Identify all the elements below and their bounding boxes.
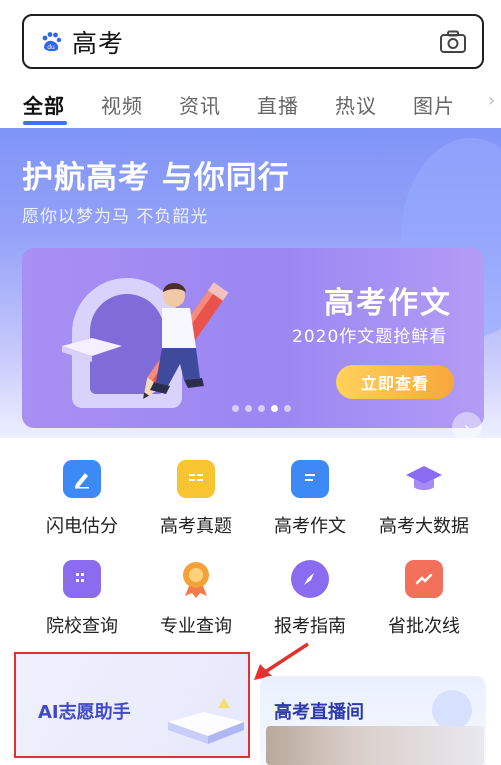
- camera-icon[interactable]: [438, 27, 468, 57]
- banner-subtitle: 2020作文题抢鲜看: [292, 327, 448, 347]
- student-pencil-illustration: [62, 282, 229, 399]
- tab-bar: 全部 视频 资讯 直播 热议 图片 ›: [0, 84, 501, 124]
- tab-more-icon[interactable]: ›: [488, 90, 496, 111]
- grid-item-application-guide[interactable]: 报考指南: [250, 560, 370, 640]
- document-icon: [177, 460, 215, 498]
- trend-chart-icon: [405, 560, 443, 598]
- graduation-cap-icon: [405, 460, 443, 498]
- hero-subtitle: 愿你以梦为马 不负韶光: [22, 207, 209, 227]
- carousel-dot-active[interactable]: [271, 405, 278, 412]
- tab-images[interactable]: 图片: [413, 90, 455, 119]
- grid-label: 省批次线: [388, 616, 460, 637]
- live-card-decoration: [432, 690, 472, 730]
- essay-banner[interactable]: 高考作文 2020作文题抢鲜看 立即查看: [22, 248, 484, 428]
- hero-title: 护航高考 与你同行: [22, 160, 290, 196]
- carousel-dot[interactable]: [258, 405, 265, 412]
- medal-icon: [177, 560, 215, 598]
- grid-item-provincial-lines[interactable]: 省批次线: [364, 560, 484, 640]
- carousel-next-icon[interactable]: ›: [452, 412, 482, 438]
- carousel-dot[interactable]: [232, 405, 239, 412]
- carousel-dot[interactable]: [284, 405, 291, 412]
- grid-item-major-search[interactable]: 专业查询: [136, 560, 256, 640]
- banner-title: 高考作文: [324, 286, 452, 321]
- live-thumbnail[interactable]: [266, 726, 484, 765]
- carousel-dot[interactable]: [245, 405, 252, 412]
- grid-label: 院校查询: [46, 616, 118, 637]
- grid-label: 高考真题: [160, 516, 232, 537]
- grid-label: 高考大数据: [379, 516, 469, 537]
- carousel-dots: [232, 405, 291, 412]
- grid-item-school-search[interactable]: 院校查询: [22, 560, 142, 640]
- search-query[interactable]: 高考: [72, 24, 438, 60]
- grid-label: 专业查询: [160, 616, 232, 637]
- svg-text:du: du: [47, 44, 55, 51]
- tab-live[interactable]: 直播: [257, 90, 299, 119]
- highlight-box: [14, 652, 250, 758]
- grid-item-big-data[interactable]: 高考大数据: [364, 460, 484, 540]
- grid-label: 闪电估分: [46, 516, 118, 537]
- grid-item-essay[interactable]: 高考作文: [250, 460, 370, 540]
- grid-item-past-papers[interactable]: 高考真题: [136, 460, 256, 540]
- compass-icon: [291, 560, 329, 598]
- view-now-button[interactable]: 立即查看: [336, 365, 454, 399]
- baidu-paw-icon: du: [38, 29, 64, 55]
- building-icon: [63, 560, 101, 598]
- live-room-label: 高考直播间: [274, 702, 364, 723]
- tab-discussion[interactable]: 热议: [335, 90, 377, 119]
- grid-label: 高考作文: [274, 516, 346, 537]
- hero-section: 护航高考 与你同行 愿你以梦为马 不负韶光 高考作文 2020作文题抢鲜看 立即…: [0, 128, 501, 438]
- grid-item-score-estimate[interactable]: 闪电估分: [22, 460, 142, 540]
- pen-icon: [63, 460, 101, 498]
- essay-icon: [291, 460, 329, 498]
- active-tab-indicator: [23, 121, 67, 125]
- search-bar[interactable]: du 高考: [22, 14, 484, 69]
- tab-all[interactable]: 全部: [23, 90, 65, 119]
- tab-video[interactable]: 视频: [101, 90, 143, 119]
- tab-news[interactable]: 资讯: [179, 90, 221, 119]
- grid-label: 报考指南: [274, 616, 346, 637]
